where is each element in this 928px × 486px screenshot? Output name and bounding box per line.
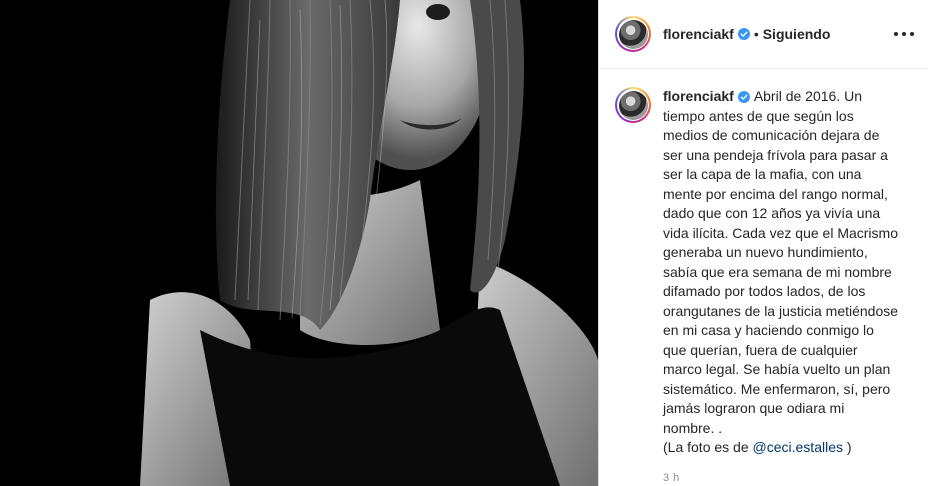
photo-credit-prefix: (La foto es de xyxy=(663,439,753,455)
caption-body-text: Abril de 2016. Un tiempo antes de que se… xyxy=(663,88,902,436)
caption-body: florenciakf Abril de 2016. Un tiempo ante… xyxy=(663,87,899,484)
caption-text: florenciakf Abril de 2016. Un tiempo ante… xyxy=(663,87,899,458)
post-photo-image xyxy=(0,0,598,486)
author-username[interactable]: florenciakf xyxy=(663,26,734,42)
separator-dot: • xyxy=(753,26,759,42)
post-photo[interactable] xyxy=(0,0,598,486)
caption-avatar[interactable] xyxy=(615,87,651,123)
photo-credit-suffix: ) xyxy=(842,439,852,455)
post-timestamp[interactable]: 3 h xyxy=(663,472,899,484)
verified-badge-icon xyxy=(737,91,750,104)
photo-credit-mention[interactable]: @ceci.estalles xyxy=(753,439,843,455)
header-text: florenciakf • Siguiendo xyxy=(663,26,830,42)
caption-avatar-image xyxy=(618,90,648,120)
caption-comment: florenciakf Abril de 2016. Un tiempo ante… xyxy=(599,69,928,484)
more-options-icon[interactable] xyxy=(894,24,914,44)
avatar-image xyxy=(618,19,648,49)
caption-username[interactable]: florenciakf xyxy=(663,88,734,104)
post-header: florenciakf • Siguiendo xyxy=(599,0,928,69)
avatar[interactable] xyxy=(615,16,651,52)
verified-badge-icon xyxy=(737,28,750,40)
post-side-panel: florenciakf • Siguiendo florenciakf Abri… xyxy=(598,0,928,486)
following-button[interactable]: Siguiendo xyxy=(763,26,831,42)
instagram-post: florenciakf • Siguiendo florenciakf Abri… xyxy=(0,0,928,486)
